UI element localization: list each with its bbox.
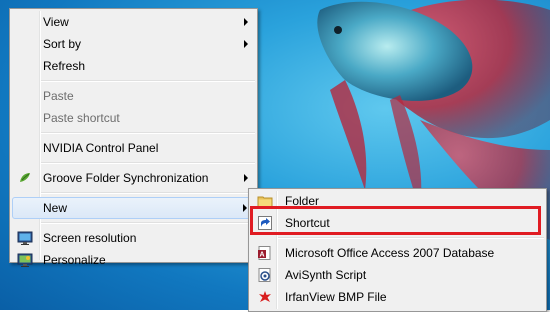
groove-icon xyxy=(20,173,30,182)
menu-separator xyxy=(278,237,544,239)
menu-item-label: Refresh xyxy=(43,59,86,73)
menu-item-label: Paste xyxy=(43,89,74,103)
menu-separator xyxy=(41,132,255,134)
submenu-arrow-icon xyxy=(244,40,248,48)
personalize-icon xyxy=(17,253,33,267)
menu-item-paste-shortcut: Paste shortcut xyxy=(10,107,257,129)
menu-item-label: New xyxy=(43,201,68,215)
menu-item-label: View xyxy=(43,15,69,29)
menu-separator xyxy=(41,80,255,82)
submenu-item-irfanview-bmp[interactable]: IrfanView BMP File xyxy=(249,286,546,308)
submenu-item-access-database[interactable]: A Microsoft Office Access 2007 Database xyxy=(249,242,546,264)
irfanview-icon xyxy=(259,291,271,302)
avisynth-icon xyxy=(258,268,271,282)
menu-item-groove-folder-sync[interactable]: Groove Folder Synchronization xyxy=(10,167,257,189)
menu-item-label: Sort by xyxy=(43,37,82,51)
menu-item-label: IrfanView BMP File xyxy=(285,290,387,304)
menu-item-personalize[interactable]: Personalize xyxy=(10,249,257,271)
menu-item-paste: Paste xyxy=(10,85,257,107)
menu-separator xyxy=(41,192,255,194)
menu-item-view[interactable]: View xyxy=(10,11,257,33)
menu-separator xyxy=(41,222,255,224)
menu-item-sort-by[interactable]: Sort by xyxy=(10,33,257,55)
menu-item-label: Screen resolution xyxy=(43,231,137,245)
menu-item-label: Groove Folder Synchronization xyxy=(43,171,209,185)
menu-item-label: Paste shortcut xyxy=(43,111,120,125)
menu-item-refresh[interactable]: Refresh xyxy=(10,55,257,77)
svg-text:A: A xyxy=(259,252,264,259)
shortcut-highlight-box xyxy=(250,206,541,235)
menu-item-label: AviSynth Script xyxy=(285,268,367,282)
submenu-arrow-icon xyxy=(244,18,248,26)
access-icon: A xyxy=(258,246,271,260)
menu-item-label: Microsoft Office Access 2007 Database xyxy=(285,246,495,260)
desktop-context-menu: View Sort by Refresh Paste Paste shortcu… xyxy=(9,8,258,267)
menu-separator xyxy=(41,162,255,164)
menu-item-new[interactable]: New xyxy=(12,197,255,219)
submenu-item-avisynth-script[interactable]: AviSynth Script xyxy=(249,264,546,286)
menu-item-nvidia-control-panel[interactable]: NVIDIA Control Panel xyxy=(10,137,257,159)
submenu-arrow-icon xyxy=(244,174,248,182)
menu-item-label: Personalize xyxy=(43,253,106,267)
menu-item-label: NVIDIA Control Panel xyxy=(43,141,159,155)
submenu-arrow-icon xyxy=(243,204,247,212)
menu-item-screen-resolution[interactable]: Screen resolution xyxy=(10,227,257,249)
screen-resolution-icon xyxy=(17,231,33,245)
